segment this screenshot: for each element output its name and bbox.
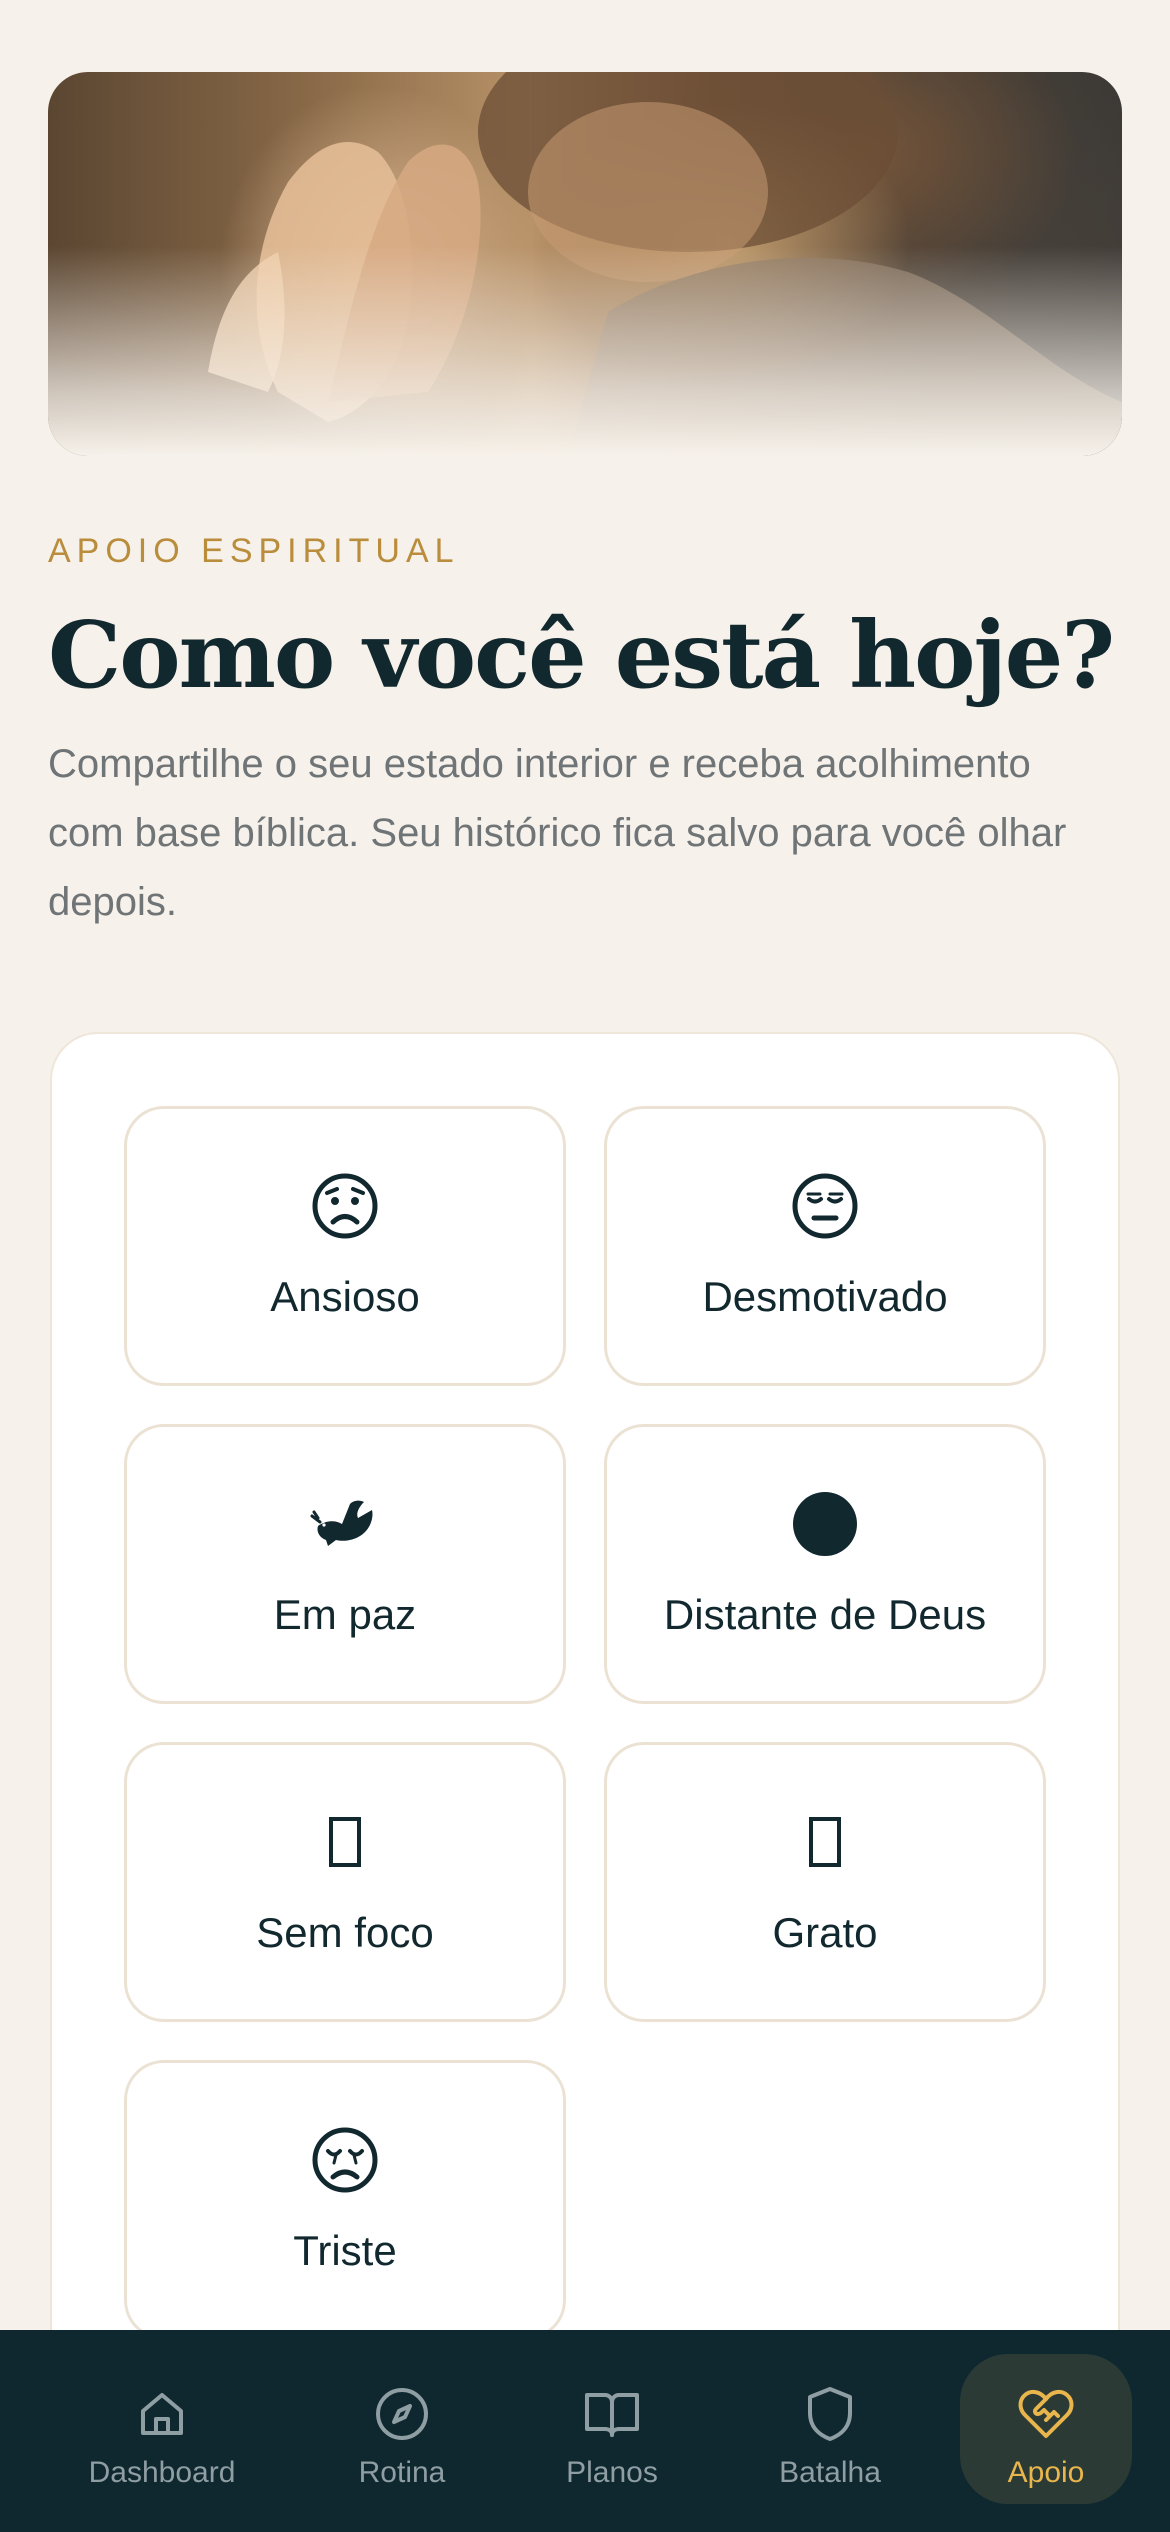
book-icon <box>582 2384 642 2444</box>
sad-face-icon <box>310 2125 380 2195</box>
mood-label: Grato <box>772 1909 878 1956</box>
mood-label: Triste <box>293 2227 397 2274</box>
mood-option-sem-foco[interactable]: Sem foco <box>124 1742 566 2022</box>
praying-hands-hero-image <box>48 72 1122 456</box>
nav-label: Batalha <box>779 2456 881 2489</box>
nav-item-planos[interactable]: Planos <box>526 2354 698 2504</box>
mood-option-distante-de-deus[interactable]: Distante de Deus <box>604 1424 1046 1704</box>
mood-label: Ansioso <box>270 1273 420 1320</box>
missing-glyph-icon <box>790 1807 860 1877</box>
bottom-navigation: Dashboard Rotina Planos Batalha Apoio <box>0 2330 1170 2532</box>
nav-item-rotina[interactable]: Rotina <box>316 2354 488 2504</box>
mood-label: Distante de Deus <box>663 1591 987 1638</box>
mood-label: Desmotivado <box>702 1273 948 1320</box>
mood-label: Sem foco <box>256 1909 434 1956</box>
nav-label: Planos <box>566 2456 658 2489</box>
mood-option-ansioso[interactable]: Ansioso <box>124 1106 566 1386</box>
heart-handshake-icon <box>1016 2384 1076 2444</box>
mood-grid: Ansioso Desmotivado Em paz Distante de D… <box>124 1106 1046 2340</box>
nav-item-batalha[interactable]: Batalha <box>744 2354 916 2504</box>
mood-label: Em paz <box>273 1591 417 1638</box>
nav-label: Dashboard <box>88 2456 236 2489</box>
home-icon <box>132 2384 192 2444</box>
mood-option-grato[interactable]: Grato <box>604 1742 1046 2022</box>
section-eyebrow: APOIO ESPIRITUAL <box>48 532 460 570</box>
nav-item-apoio[interactable]: Apoio <box>960 2354 1132 2504</box>
mood-card: Ansioso Desmotivado Em paz Distante de D… <box>50 1032 1120 2532</box>
neutral-face-icon <box>790 1171 860 1241</box>
nav-label: Apoio <box>1007 2456 1085 2489</box>
compass-icon <box>372 2384 432 2444</box>
nav-item-dashboard[interactable]: Dashboard <box>76 2354 248 2504</box>
mood-option-desmotivado[interactable]: Desmotivado <box>604 1106 1046 1386</box>
nav-label: Rotina <box>358 2456 446 2489</box>
mood-option-em-paz[interactable]: Em paz <box>124 1424 566 1704</box>
page-title: Como você está hoje? <box>48 601 1115 709</box>
dove-icon <box>310 1489 380 1559</box>
shield-icon <box>800 2384 860 2444</box>
page-subtitle: Compartilhe o seu estado interior e rece… <box>48 742 1067 924</box>
missing-glyph-icon <box>310 1807 380 1877</box>
apoio-screen: APOIO ESPIRITUAL Como você está hoje? Co… <box>0 0 1170 2532</box>
filled-circle-icon <box>790 1489 860 1559</box>
worried-face-icon <box>310 1171 380 1241</box>
mood-option-triste[interactable]: Triste <box>124 2060 566 2340</box>
